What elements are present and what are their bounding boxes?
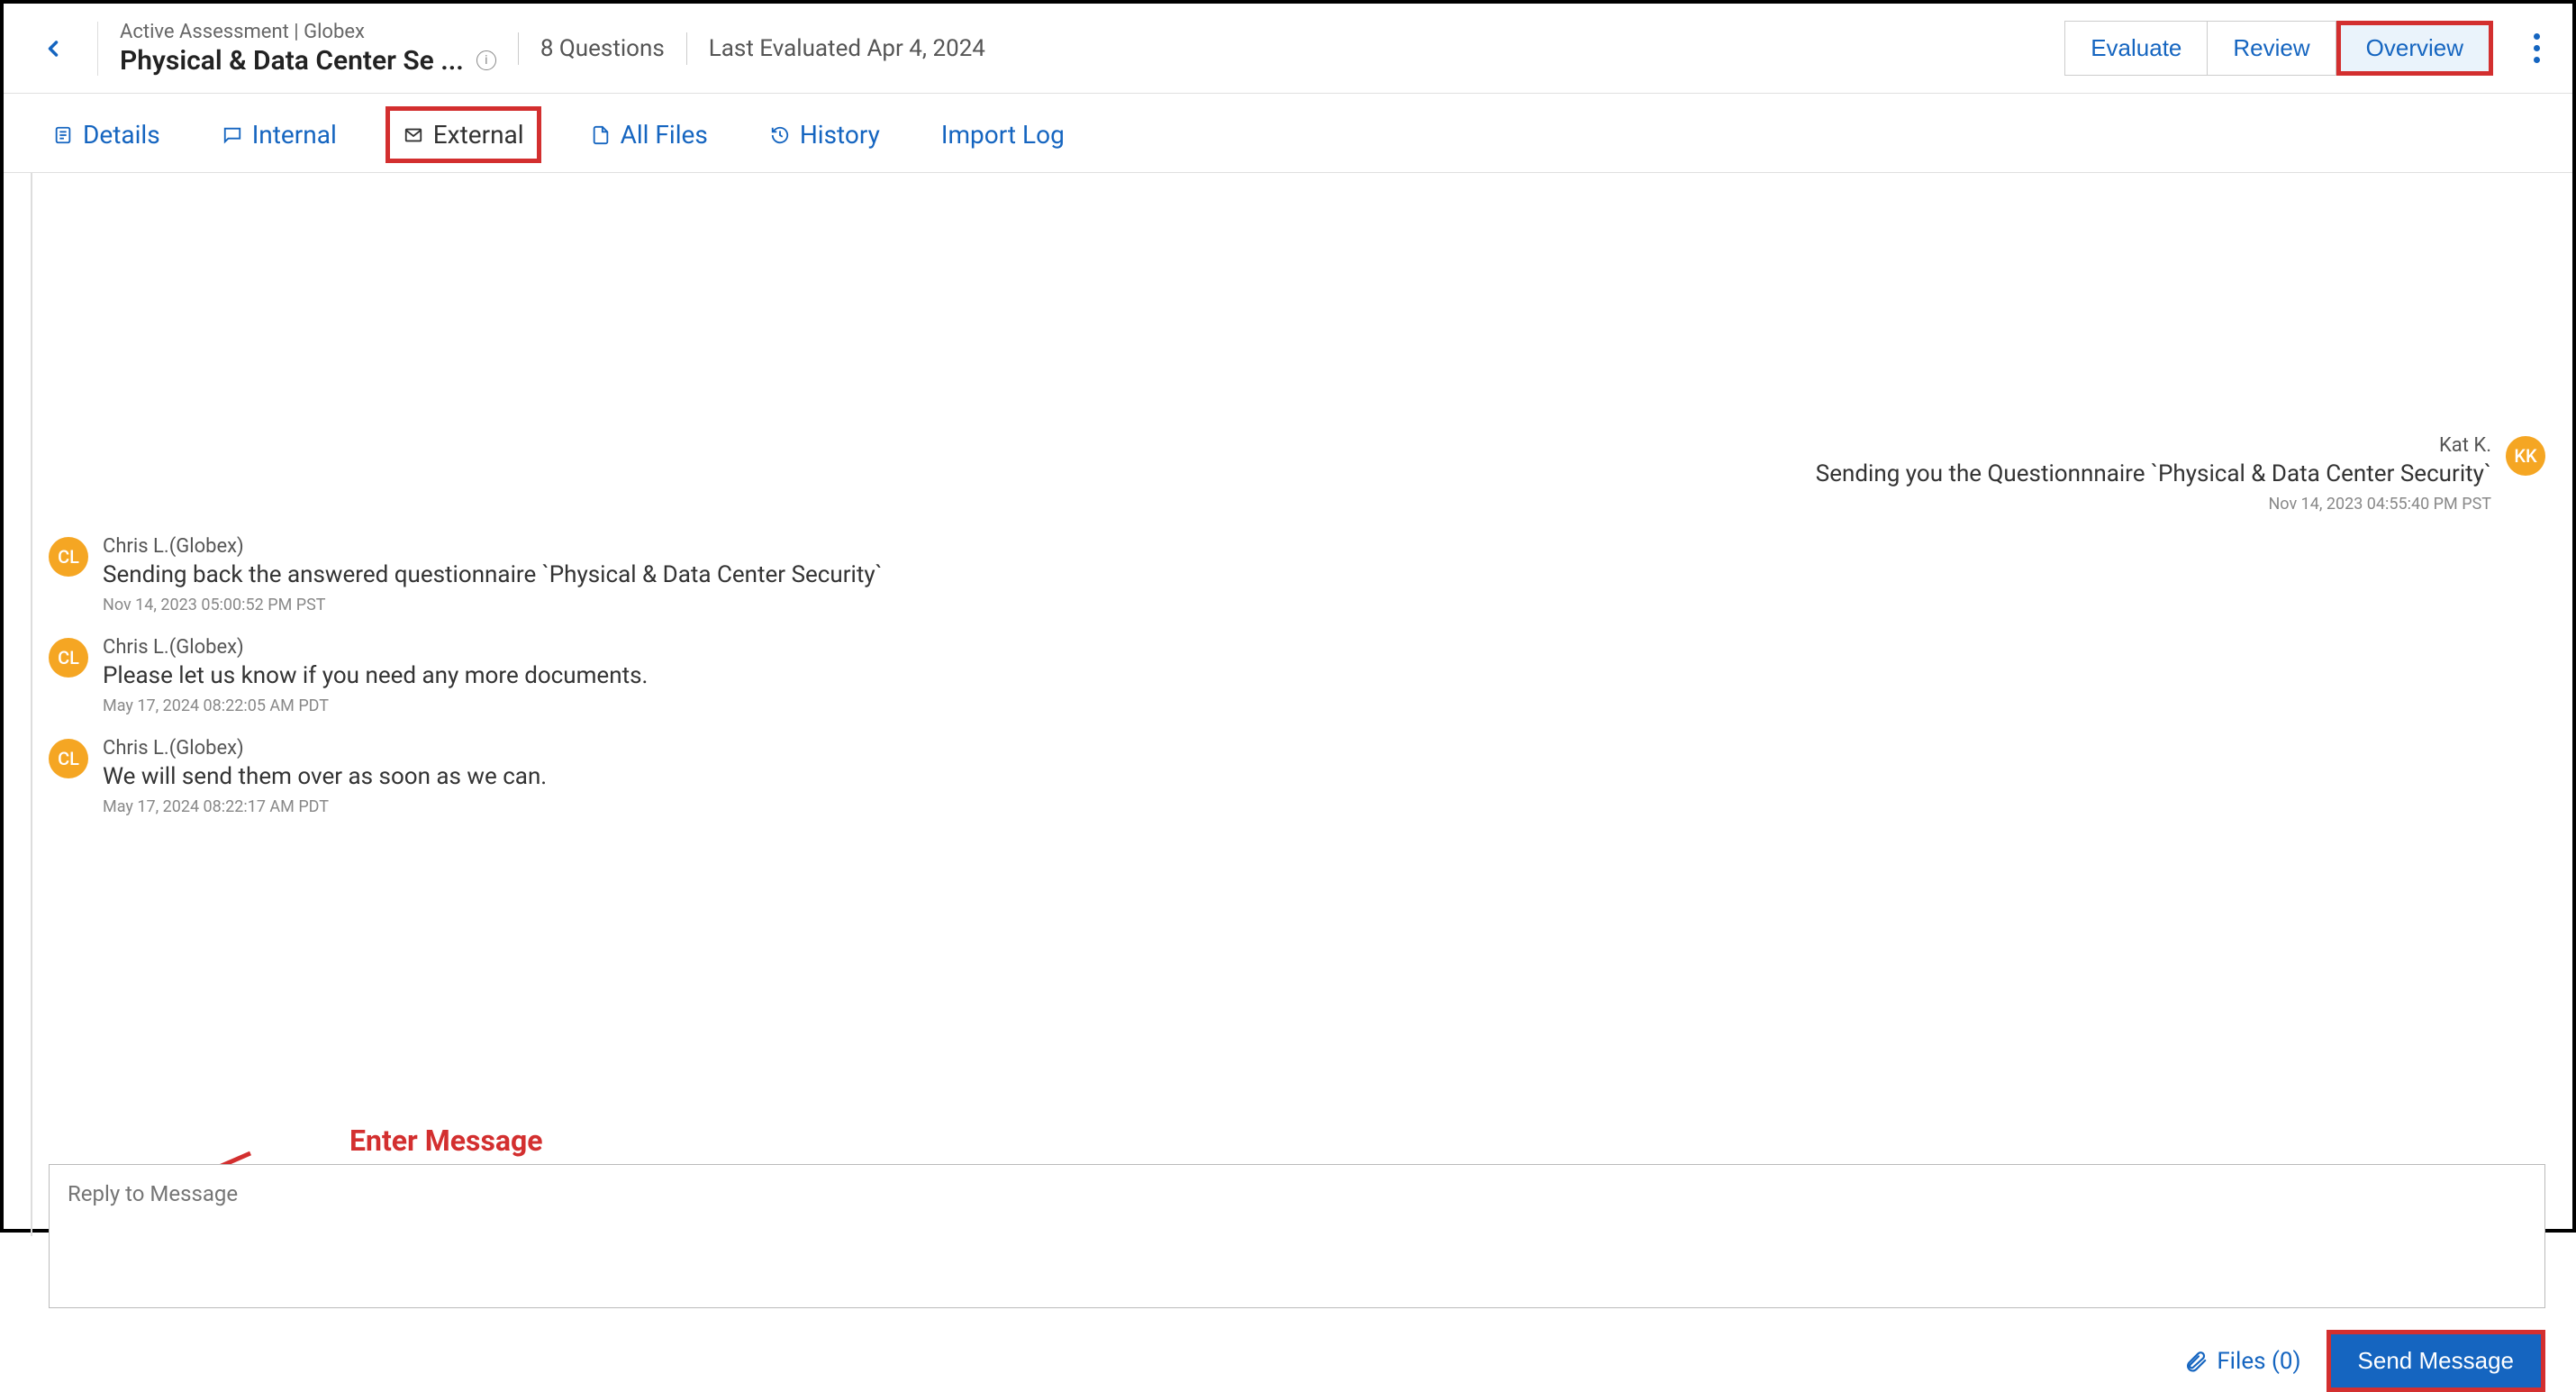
tab-label: Internal xyxy=(252,120,337,150)
details-icon xyxy=(52,124,74,146)
message-timestamp: May 17, 2024 08:22:05 AM PDT xyxy=(103,696,648,715)
reply-input[interactable] xyxy=(49,1164,2545,1308)
tab-bar: Details Internal External All Files Hist… xyxy=(4,94,2572,173)
file-icon xyxy=(590,124,612,146)
reply-area: Files (0) Send Message xyxy=(49,1164,2545,1392)
message-timestamp: May 17, 2024 08:22:17 AM PDT xyxy=(103,797,547,816)
message-list: KK Kat K. Sending you the Questionnnaire… xyxy=(49,434,2545,838)
chat-icon xyxy=(222,124,243,146)
message-row: CL Chris L.(Globex) Please let us know i… xyxy=(49,636,2545,715)
content-area: KK Kat K. Sending you the Questionnnaire… xyxy=(4,173,2572,1236)
message-sender: Chris L.(Globex) xyxy=(103,636,648,659)
avatar: CL xyxy=(49,537,88,577)
message-sender: Chris L.(Globex) xyxy=(103,737,547,760)
chevron-left-icon xyxy=(41,36,66,61)
paperclip-icon xyxy=(2184,1350,2208,1373)
timeline-bar xyxy=(31,173,32,1236)
tab-label: History xyxy=(800,120,880,150)
title-block: Active Assessment | Globex Physical & Da… xyxy=(120,21,496,77)
message-body: Please let us know if you need any more … xyxy=(103,662,648,689)
last-evaluated: Last Evaluated Apr 4, 2024 xyxy=(709,35,985,62)
review-button[interactable]: Review xyxy=(2208,21,2336,76)
divider xyxy=(518,32,519,65)
info-icon[interactable]: i xyxy=(476,50,496,70)
tab-history[interactable]: History xyxy=(757,111,893,159)
divider xyxy=(97,22,98,76)
avatar: CL xyxy=(49,739,88,778)
attach-files-button[interactable]: Files (0) xyxy=(2184,1348,2300,1375)
tab-external[interactable]: External xyxy=(385,106,541,163)
message-body: We will send them over as soon as we can… xyxy=(103,763,547,790)
tab-label: Details xyxy=(83,120,160,150)
message-timestamp: Nov 14, 2023 05:00:52 PM PST xyxy=(103,596,883,614)
message-body: Sending you the Questionnnaire `Physical… xyxy=(1816,460,2491,487)
back-button[interactable] xyxy=(31,26,76,71)
avatar: CL xyxy=(49,638,88,678)
message-body: Sending back the answered questionnaire … xyxy=(103,561,883,588)
message-sender: Chris L.(Globex) xyxy=(103,535,883,558)
message-row: CL Chris L.(Globex) We will send them ov… xyxy=(49,737,2545,816)
message-row: KK Kat K. Sending you the Questionnnaire… xyxy=(49,434,2545,514)
evaluate-button[interactable]: Evaluate xyxy=(2064,21,2208,76)
tab-all-files[interactable]: All Files xyxy=(577,111,721,159)
annotation-callout: Enter Message xyxy=(223,1124,543,1158)
more-menu-button[interactable] xyxy=(2518,33,2554,63)
message-timestamp: Nov 14, 2023 04:55:40 PM PST xyxy=(2268,495,2491,514)
tab-import-log[interactable]: Import Log xyxy=(929,111,1077,159)
breadcrumb: Active Assessment | Globex xyxy=(120,21,496,43)
message-row: CL Chris L.(Globex) Sending back the ans… xyxy=(49,535,2545,614)
header-actions: Evaluate Review Overview xyxy=(2064,21,2493,76)
overview-button[interactable]: Overview xyxy=(2336,21,2493,76)
page-title: Physical & Data Center Se ... xyxy=(120,45,464,77)
tab-label: Import Log xyxy=(941,120,1065,150)
tab-internal[interactable]: Internal xyxy=(209,111,349,159)
mail-icon xyxy=(403,124,424,146)
tab-label: All Files xyxy=(621,120,708,150)
divider xyxy=(686,32,687,65)
history-icon xyxy=(769,124,791,146)
tab-details[interactable]: Details xyxy=(40,111,173,159)
annotation-label: Enter Message xyxy=(349,1124,543,1158)
questions-count: 8 Questions xyxy=(540,35,665,62)
send-message-button[interactable]: Send Message xyxy=(2327,1330,2545,1392)
tab-label: External xyxy=(433,120,524,150)
avatar: KK xyxy=(2506,436,2545,476)
files-label: Files (0) xyxy=(2217,1348,2300,1375)
message-sender: Kat K. xyxy=(2439,434,2491,457)
page-header: Active Assessment | Globex Physical & Da… xyxy=(4,4,2572,94)
